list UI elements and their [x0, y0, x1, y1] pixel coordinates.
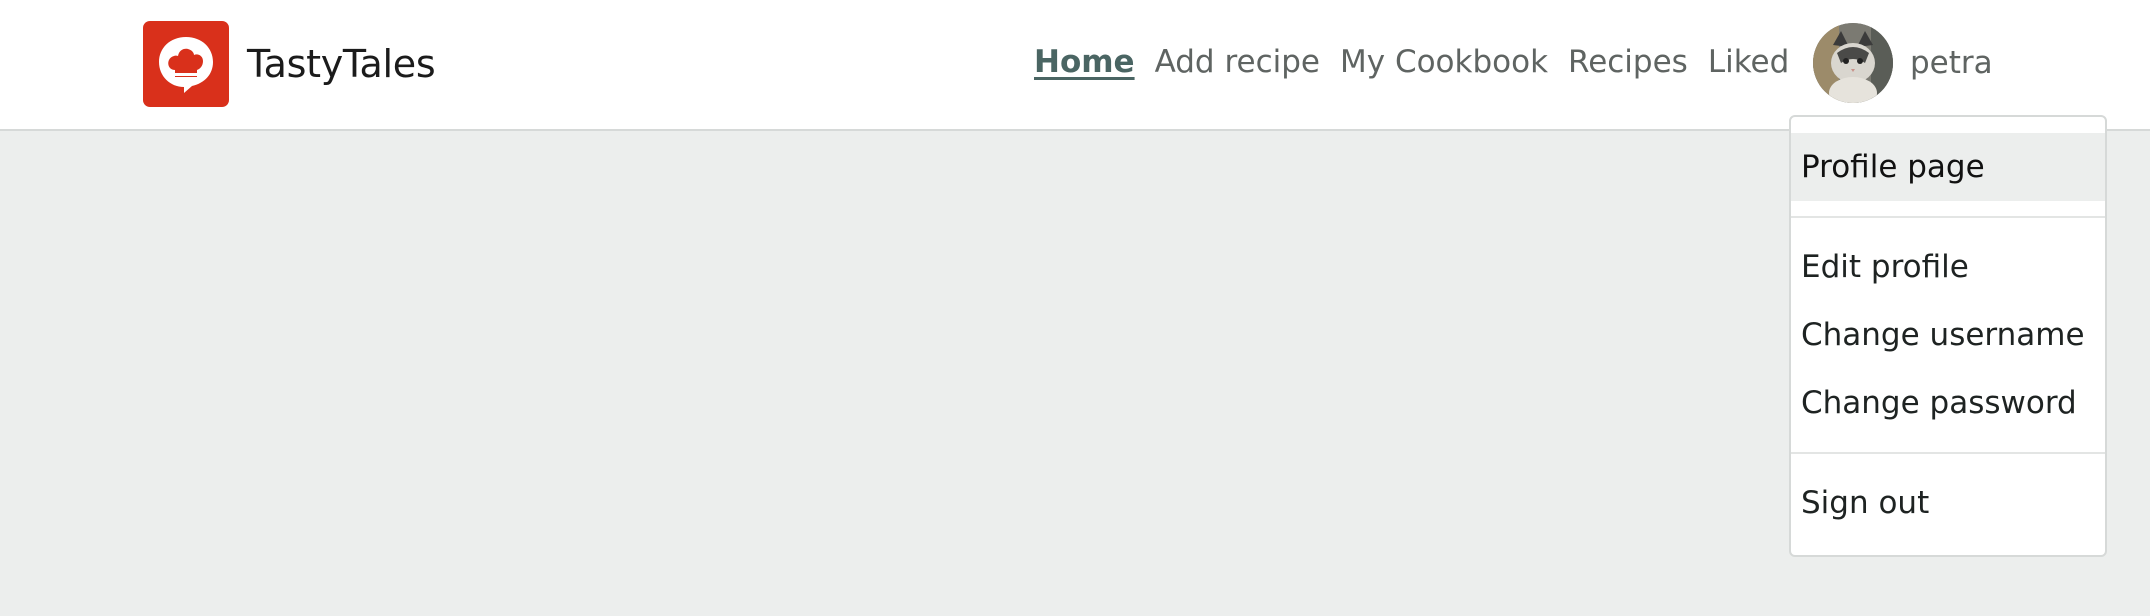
nav-add-recipe[interactable]: Add recipe: [1155, 44, 1320, 80]
nav-my-cookbook[interactable]: My Cookbook: [1340, 44, 1548, 80]
cat-avatar-icon: [1813, 23, 1893, 103]
nav-home[interactable]: Home: [1034, 44, 1135, 80]
menu-item-change-password[interactable]: Change password: [1791, 369, 2105, 437]
menu-item-change-username[interactable]: Change username: [1791, 301, 2105, 369]
menu-item-sign-out[interactable]: Sign out: [1791, 469, 2105, 537]
main-nav: Home Add recipe My Cookbook Recipes Like…: [1034, 36, 1789, 88]
menu-item-profile-page[interactable]: Profile page: [1791, 133, 2105, 201]
nav-liked[interactable]: Liked: [1708, 44, 1789, 80]
user-menu-toggle[interactable]: petra: [1813, 22, 1993, 104]
menu-item-edit-profile[interactable]: Edit profile: [1791, 233, 2105, 301]
brand-link[interactable]: TastyTales: [143, 21, 436, 107]
brand-name: TastyTales: [247, 42, 436, 86]
avatar: [1813, 23, 1893, 103]
menu-divider: [1791, 452, 2105, 454]
menu-divider: [1791, 216, 2105, 218]
chef-hat-logo-icon: [143, 21, 229, 107]
user-dropdown-menu: Profile page Edit profile Change usernam…: [1789, 115, 2107, 557]
nav-recipes[interactable]: Recipes: [1568, 44, 1688, 80]
top-navbar: TastyTales Home Add recipe My Cookbook R…: [0, 0, 2150, 131]
username: petra: [1910, 45, 1993, 81]
